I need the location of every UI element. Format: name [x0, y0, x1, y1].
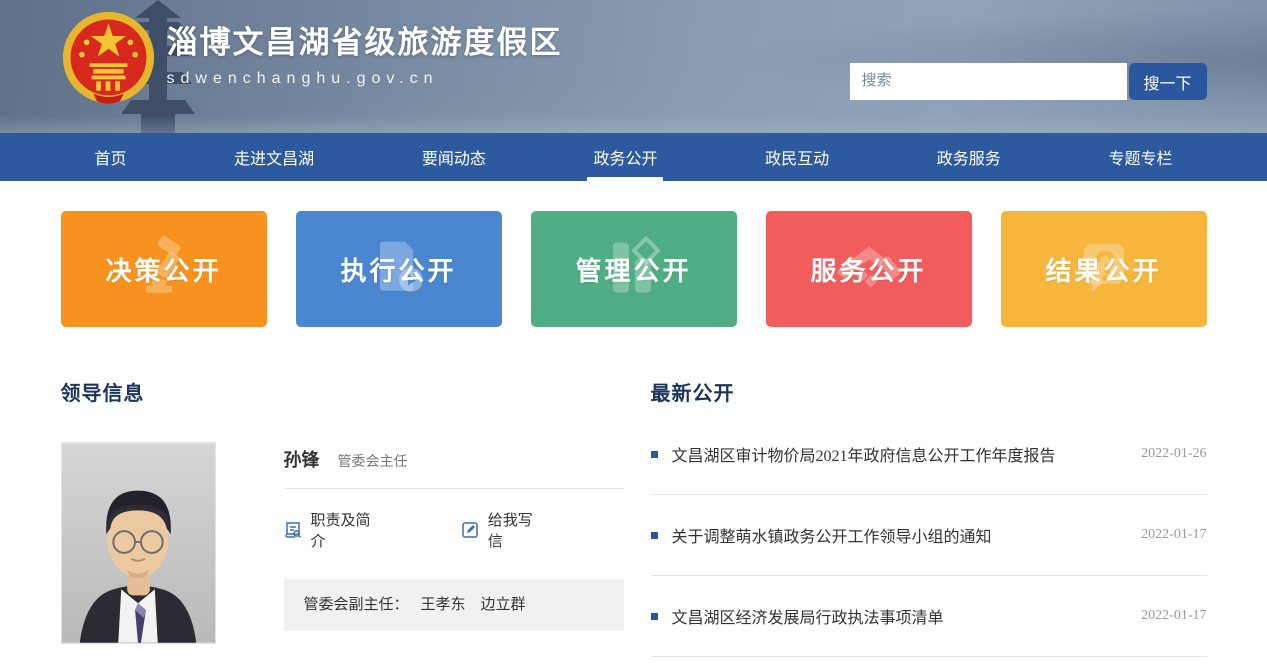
leader-portrait-photo	[61, 442, 216, 644]
site-url: sdwenchanghu.gov.cn	[167, 70, 563, 88]
quick-link-management[interactable]: 管理公开	[531, 211, 737, 327]
square-bullet-icon	[651, 451, 658, 458]
news-item-date: 2022-01-26	[1141, 446, 1206, 462]
quick-link-label: 管理公开	[575, 251, 691, 288]
nav-item-interaction[interactable]: 政民互动	[759, 133, 835, 181]
write-to-me-link[interactable]: 给我写信	[461, 509, 546, 551]
news-section: 最新公开 文昌湖区审计物价局2021年政府信息公开工作年度报告 2022-01-…	[651, 377, 1207, 657]
deputy-names: 王孝东 边立群	[421, 597, 526, 613]
quick-link-label: 结果公开	[1045, 251, 1161, 288]
main-nav: 首页 走进文昌湖 要闻动态 政务公开 政民互动 政务服务 专题专栏	[0, 133, 1267, 181]
quick-link-result[interactable]: 结果公开	[1001, 211, 1207, 327]
leader-section: 领导信息	[61, 377, 624, 657]
search-bar: 搜一下	[850, 63, 1207, 100]
quick-link-label: 服务公开	[810, 251, 926, 288]
nav-item-home[interactable]: 首页	[89, 133, 133, 181]
leader-duties-label: 职责及简介	[311, 509, 383, 551]
leader-duties-link[interactable]: 职责及简介	[284, 509, 383, 551]
news-item[interactable]: 文昌湖区经济发展局行政执法事项清单 2022-01-17	[651, 576, 1207, 657]
quick-link-decision[interactable]: 决策公开	[61, 211, 267, 327]
edit-pen-icon	[461, 521, 479, 539]
news-item[interactable]: 关于调整萌水镇政务公开工作领导小组的通知 2022-01-17	[651, 495, 1207, 576]
quick-link-execution[interactable]: 执行公开	[296, 211, 502, 327]
nav-item-news[interactable]: 要闻动态	[416, 133, 492, 181]
leader-name: 孙锋	[284, 446, 320, 472]
news-section-title: 最新公开	[651, 377, 1207, 406]
news-item-date: 2022-01-17	[1141, 608, 1206, 624]
search-button[interactable]: 搜一下	[1129, 63, 1207, 100]
nav-item-about[interactable]: 走进文昌湖	[228, 133, 320, 181]
quick-link-service[interactable]: 服务公开	[766, 211, 972, 327]
news-item[interactable]: 文昌湖区审计物价局2021年政府信息公开工作年度报告 2022-01-26	[651, 414, 1207, 495]
nav-item-special[interactable]: 专题专栏	[1102, 133, 1178, 181]
national-emblem-icon	[61, 10, 156, 105]
leader-name-row: 孙锋 管委会主任	[284, 442, 624, 489]
deputy-label: 管委会副主任：	[304, 597, 409, 613]
news-item-title: 文昌湖区经济发展局行政执法事项清单	[672, 604, 1126, 628]
square-bullet-icon	[651, 532, 658, 539]
scroll-search-icon	[284, 521, 302, 539]
news-item-title: 关于调整萌水镇政务公开工作领导小组的通知	[672, 523, 1126, 547]
news-item-title: 文昌湖区审计物价局2021年政府信息公开工作年度报告	[672, 442, 1126, 466]
write-to-me-label: 给我写信	[488, 509, 546, 551]
site-header: 淄博文昌湖省级旅游度假区 sdwenchanghu.gov.cn 搜一下	[0, 0, 1267, 133]
nav-item-gov-disclosure[interactable]: 政务公开	[587, 133, 663, 181]
leader-position: 管委会主任	[338, 451, 408, 471]
leader-section-title: 领导信息	[61, 377, 624, 406]
nav-item-services[interactable]: 政务服务	[931, 133, 1007, 181]
site-title: 淄博文昌湖省级旅游度假区	[167, 17, 563, 62]
search-input[interactable]	[850, 63, 1127, 100]
square-bullet-icon	[651, 613, 658, 620]
quick-link-label: 决策公开	[105, 251, 221, 288]
quick-link-label: 执行公开	[340, 251, 456, 288]
news-item-date: 2022-01-17	[1141, 527, 1206, 543]
deputy-directors-box: 管委会副主任： 王孝东 边立群	[284, 579, 624, 631]
disclosure-quick-links: 决策公开 执行公开 管理公开	[61, 211, 1207, 327]
